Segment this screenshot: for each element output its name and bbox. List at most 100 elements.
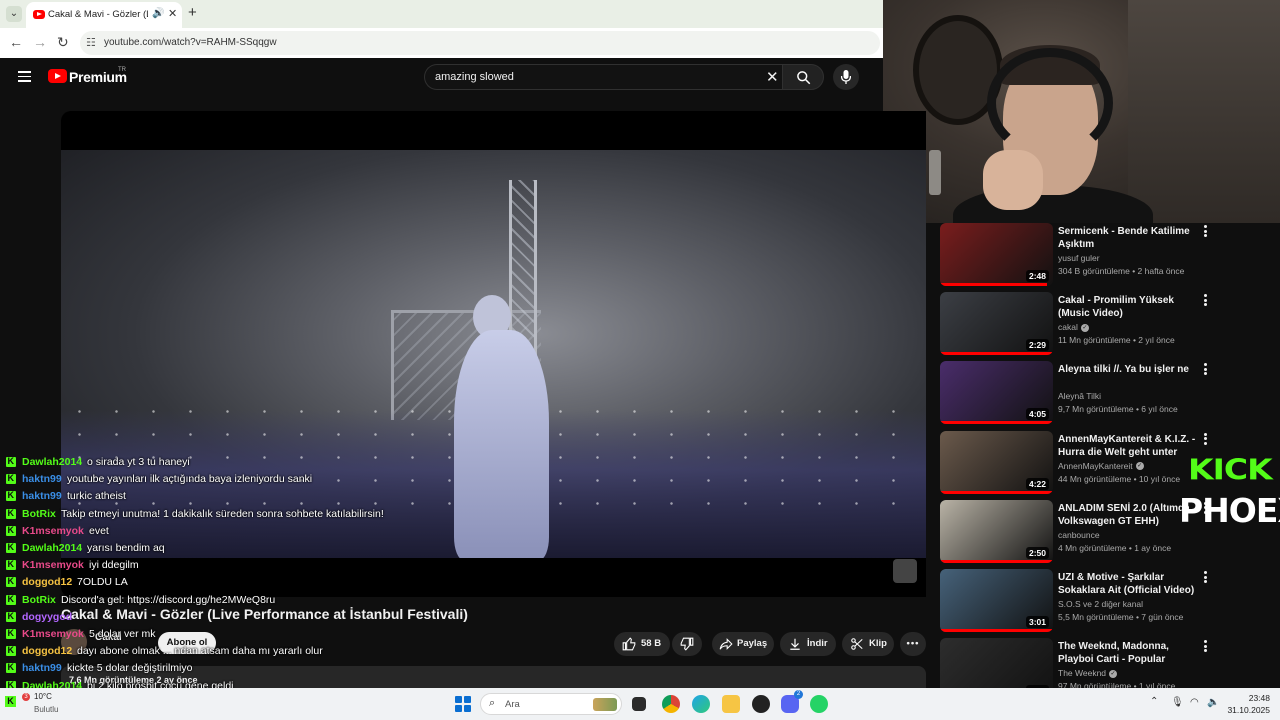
recommended-channel-name[interactable]: Aleynâ Tilki [1058,391,1101,401]
clear-search-icon[interactable]: ✕ [766,68,779,86]
player-thumbnail-icon[interactable] [893,559,917,583]
clock-time[interactable]: 23:48 [1230,693,1270,703]
chat-username[interactable]: doggod12 [22,576,72,588]
url-text: youtube.com/watch?v=RAHM-SSqqgw [104,37,277,48]
recommended-video-title[interactable]: ANLADIM SENİ 2.0 (Altımda Volkswagen GT … [1058,502,1196,528]
recommended-video-title[interactable]: Aleyna tilki //. Ya bu işler ne [1058,363,1196,376]
recommended-channel-name[interactable]: S.O.S ve 2 diğer kanal [1058,599,1143,609]
recommended-channel[interactable]: canbounce [1058,530,1100,540]
wifi-icon[interactable]: ◠ [1190,697,1199,708]
chat-username[interactable]: dogyygod [22,611,72,623]
steam-icon[interactable] [752,695,770,713]
recommended-channel[interactable]: The Weeknd ✓ [1058,668,1118,678]
video-thumbnail[interactable]: 2:29 [940,292,1053,356]
recommended-video-title[interactable]: Sermicenk - Bende Katilime Aşıktım [1058,225,1196,251]
weather-badge[interactable]: 3 [22,693,30,701]
edge-icon[interactable] [692,695,710,713]
recommended-channel[interactable]: Aleynâ Tilki [1058,391,1101,401]
chat-text: iyi ddegilm [89,559,139,572]
streamer-webcam [883,0,1280,223]
search-button[interactable] [782,64,824,90]
kick-app-icon[interactable]: K [5,696,16,707]
chat-username[interactable]: BotRix [22,594,56,606]
recommended-video[interactable]: 3:51The Weeknd, Madonna, Playboi Carti -… [940,638,1220,688]
more-vert-icon[interactable] [1200,225,1210,239]
whatsapp-icon[interactable] [810,695,828,713]
more-vert-icon[interactable] [1200,571,1210,585]
recommended-video-title[interactable]: The Weeknd, Madonna, Playboi Carti - Pop… [1058,640,1196,666]
weather-description[interactable]: Bulutlu [34,705,58,714]
windows-start-icon[interactable] [455,696,471,712]
chat-username[interactable]: K1msemyok [22,559,84,571]
recommended-video[interactable]: 4:05 Aleyna tilki //. Ya bu işler ne Aleyn… [940,361,1220,429]
chevron-up-icon[interactable]: ⌃ [1150,696,1158,707]
forward-arrow-icon[interactable]: → [33,34,47,50]
chat-username[interactable]: haktn99 [22,473,62,485]
recommended-video-title[interactable]: Cakal - Promilim Yüksek (Music Video) [1058,294,1196,320]
kick-badge-icon [6,628,16,639]
weather-temperature[interactable]: 10°C [34,692,52,701]
chat-username[interactable]: doggod12 [22,645,72,657]
chat-username[interactable]: Dawlah2014 [22,456,82,468]
recommended-video-title[interactable]: UZI & Motive - Şarkılar Sokaklara Ait (O… [1058,571,1196,597]
more-vert-icon[interactable] [1200,432,1210,447]
video-thumbnail[interactable]: 3:01 [940,569,1053,632]
recommended-channel-name[interactable]: canbounce [1058,530,1100,540]
taskbar-search-input[interactable]: ⌕ Ara [480,693,622,715]
video-thumbnail[interactable]: 4:22 [940,430,1053,494]
recommended-channel[interactable]: cakal ✓ [1058,322,1089,332]
video-thumbnail[interactable]: 2:50 [940,499,1053,563]
file-explorer-icon[interactable] [722,695,740,713]
video-thumbnail[interactable]: 3:51 [940,638,1053,688]
recommended-channel-name[interactable]: AnnenMayKantereit [1058,461,1133,471]
recommended-channel[interactable]: S.O.S ve 2 diğer kanal [1058,599,1143,609]
recommended-channel[interactable]: AnnenMayKantereit ✓ [1058,461,1144,471]
chrome-icon[interactable] [662,695,680,713]
recommended-video-title[interactable]: AnnenMayKantereit & K.I.Z. - Hurra die W… [1058,433,1196,459]
close-icon[interactable]: ✕ [168,7,177,20]
recommended-channel-name[interactable]: yusuf guler [1058,253,1100,263]
download-button[interactable]: İndir [780,632,836,656]
clock-date[interactable]: 31.10.2025 [1218,705,1270,715]
recommended-video[interactable]: 2:29 Cakal - Promilim Yüksek (Music Video… [940,292,1220,360]
watch-progress [940,490,1053,494]
recommended-video[interactable]: 3:01 UZI & Motive - Şarkılar Sokaklara Ai… [940,569,1220,637]
dislike-button[interactable] [672,632,702,656]
chat-username[interactable]: haktn99 [22,490,62,502]
chat-username[interactable]: K1msemyok [22,525,84,537]
recommended-video[interactable]: 4:22 AnnenMayKantereit & K.I.Z. - Hurra d… [940,430,1220,499]
chat-username[interactable]: BotRix [22,508,56,520]
youtube-logo-icon[interactable] [48,69,67,83]
tab-search-chevron-icon[interactable]: ⌄ [6,6,22,22]
chat-username[interactable]: haktn99 [22,662,62,674]
recommended-channel[interactable]: yusuf guler [1058,253,1100,263]
more-vert-icon[interactable] [1200,640,1210,654]
video-thumbnail[interactable]: 2:48 [940,223,1053,286]
chat-username[interactable]: Dawlah2014 [22,542,82,554]
speaker-icon[interactable]: 🔊 [152,8,164,19]
tab-youtube[interactable]: Cakal & Mavi - Gözler (Live 🔊 ✕ [26,2,182,28]
recommended-video[interactable]: 2:48 Sermicenk - Bende Katilime Aşıktım yu… [940,223,1220,291]
menu-icon[interactable] [18,71,31,82]
more-vert-icon[interactable] [1200,294,1210,308]
task-view-icon[interactable] [632,697,646,711]
recommended-channel-name[interactable]: cakal [1058,322,1078,332]
like-button[interactable]: 58 B [614,632,670,656]
recommended-video[interactable]: 2:50 ANLADIM SENİ 2.0 (Altımda Volkswagen… [940,499,1220,568]
site-settings-icon[interactable]: ☷ [86,36,96,49]
recommended-channel-name[interactable]: The Weeknd [1058,668,1106,678]
microphone-icon[interactable]: 🎙 [1171,697,1184,708]
voice-search-button[interactable] [833,64,859,90]
more-vert-icon[interactable] [1200,363,1210,377]
video-thumbnail[interactable]: 4:05 [940,361,1053,425]
back-arrow-icon[interactable]: ← [9,34,23,50]
reload-icon[interactable]: ↻ [57,34,69,51]
new-tab-plus-icon[interactable]: + [188,4,197,21]
chat-username[interactable]: K1msemyok [22,628,84,640]
share-button[interactable]: Paylaş [712,632,774,656]
address-bar[interactable]: ☷ youtube.com/watch?v=RAHM-SSqqgw [80,31,880,55]
search-input[interactable]: amazing slowed ✕ [424,64,782,90]
more-actions-icon[interactable]: ••• [900,632,926,656]
video-duration: 4:22 [1025,477,1049,490]
clip-button[interactable]: Klip [842,632,894,656]
